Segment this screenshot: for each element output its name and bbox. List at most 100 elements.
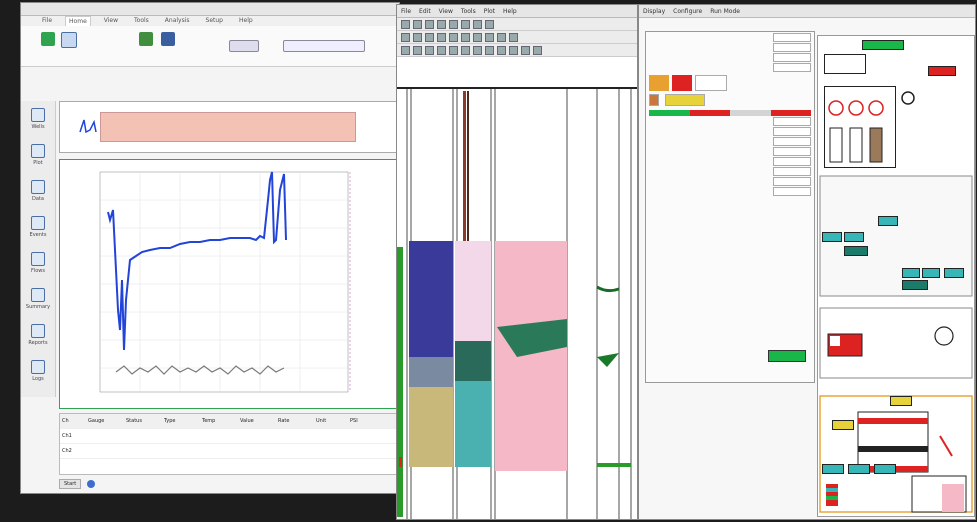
tab[interactable] [649, 110, 690, 116]
tab[interactable] [730, 110, 771, 116]
document-icon[interactable] [61, 32, 77, 48]
tool-icon[interactable] [437, 32, 446, 42]
sidebar-item[interactable]: Flows [21, 245, 55, 281]
mode-button[interactable] [665, 94, 705, 106]
dialog-field[interactable] [646, 146, 814, 156]
dialog-field[interactable] [646, 186, 814, 196]
value-input[interactable] [773, 126, 811, 136]
menu-item[interactable]: Run Mode [710, 8, 740, 15]
pressure-plot[interactable] [59, 159, 397, 409]
ribbon-tab[interactable]: Setup [203, 16, 226, 26]
ribbon-tab[interactable]: Tools [131, 16, 152, 26]
tool-icon[interactable] [497, 32, 506, 42]
value-input[interactable] [773, 156, 811, 166]
start-button[interactable]: Start [59, 479, 82, 489]
bottom-bar: Start [59, 477, 397, 491]
dialog-field[interactable] [646, 116, 814, 126]
download-icon[interactable] [139, 32, 153, 46]
value-input[interactable] [773, 146, 811, 156]
value-input[interactable] [773, 32, 811, 42]
tool-icon[interactable] [497, 45, 506, 55]
menu-item[interactable]: View [439, 8, 453, 15]
tool-icon[interactable] [473, 19, 482, 29]
sidebar-item[interactable]: Data [21, 173, 55, 209]
tool-icon[interactable] [401, 19, 410, 29]
log-tracks[interactable] [397, 57, 637, 519]
tool-icon[interactable] [401, 32, 410, 42]
table-row[interactable]: Ch2 [60, 444, 398, 459]
value-input[interactable] [773, 42, 811, 52]
sidebar-item[interactable]: Events [21, 209, 55, 245]
menu-item[interactable]: Display [643, 8, 665, 15]
tool-icon[interactable] [437, 19, 446, 29]
tool-icon[interactable] [449, 19, 458, 29]
menu-item[interactable]: Edit [419, 8, 431, 15]
tool-icon[interactable] [413, 32, 422, 42]
sidebar-item[interactable]: Logs [21, 353, 55, 389]
ribbon-tab[interactable]: Home [65, 16, 91, 26]
tool-icon[interactable] [485, 19, 494, 29]
tool-icon[interactable] [485, 32, 494, 42]
tool-icon[interactable] [413, 19, 422, 29]
sidebar-item[interactable]: Plot [21, 137, 55, 173]
sidebar-item[interactable]: Wells [21, 101, 55, 137]
tool-icon[interactable] [473, 32, 482, 42]
menu-item[interactable]: Help [503, 8, 517, 15]
tool-icon[interactable] [425, 32, 434, 42]
tool-icon[interactable] [509, 32, 518, 42]
ribbon-tab[interactable]: File [39, 16, 55, 26]
add-icon[interactable] [41, 32, 55, 46]
tab[interactable] [689, 110, 730, 116]
dialog-field[interactable] [646, 52, 814, 62]
tool-icon[interactable] [449, 45, 458, 55]
tool-icon[interactable] [437, 45, 446, 55]
sidebar-item[interactable]: Summary [21, 281, 55, 317]
tool-icon[interactable] [509, 45, 518, 55]
apply-button[interactable] [768, 350, 806, 362]
tool-icon[interactable] [521, 45, 530, 55]
dialog-field[interactable] [646, 176, 814, 186]
dialog-field[interactable] [646, 62, 814, 72]
tool-icon[interactable] [533, 45, 542, 55]
tool-icon[interactable] [413, 45, 422, 55]
tool-icon[interactable] [425, 45, 434, 55]
dialog-field[interactable] [646, 32, 814, 42]
value-input[interactable] [773, 136, 811, 146]
tool-icon[interactable] [401, 45, 410, 55]
control-menu-bar: Display Configure Run Mode [639, 5, 975, 18]
dialog-field[interactable] [646, 42, 814, 52]
ribbon-tab[interactable]: View [101, 16, 121, 26]
tool-icon[interactable] [461, 19, 470, 29]
tool-icon[interactable] [449, 32, 458, 42]
tool-icon[interactable] [461, 32, 470, 42]
tool-icon[interactable] [485, 45, 494, 55]
tool-icon[interactable] [473, 45, 482, 55]
value-input[interactable] [773, 186, 811, 196]
mode-button[interactable] [649, 94, 659, 106]
value-input[interactable] [773, 116, 811, 126]
overview-plot[interactable] [59, 101, 397, 153]
menu-item[interactable]: Plot [484, 8, 495, 15]
menu-item[interactable]: Configure [673, 8, 702, 15]
value-input[interactable] [773, 52, 811, 62]
save-icon[interactable] [161, 32, 175, 46]
tool-icon[interactable] [461, 45, 470, 55]
dialog-field[interactable] [646, 166, 814, 176]
menu-item[interactable]: Tools [461, 8, 476, 15]
table-row[interactable]: Ch1 [60, 429, 398, 444]
dialog-field[interactable] [646, 126, 814, 136]
teal-indicator [874, 464, 896, 474]
value-input[interactable] [773, 62, 811, 72]
menu-item[interactable]: File [401, 8, 411, 15]
value-input[interactable] [773, 176, 811, 186]
ribbon-tab[interactable]: Analysis [162, 16, 193, 26]
sidebar-item[interactable]: Reports [21, 317, 55, 353]
dialog-field[interactable] [646, 136, 814, 146]
tab[interactable] [770, 110, 811, 116]
selector-dropdown[interactable] [283, 40, 365, 52]
dialog-field[interactable] [646, 156, 814, 166]
tool-icon[interactable] [425, 19, 434, 29]
ribbon-tab[interactable]: Help [236, 16, 256, 26]
value-input[interactable] [773, 166, 811, 176]
unit-dropdown[interactable] [229, 40, 259, 52]
